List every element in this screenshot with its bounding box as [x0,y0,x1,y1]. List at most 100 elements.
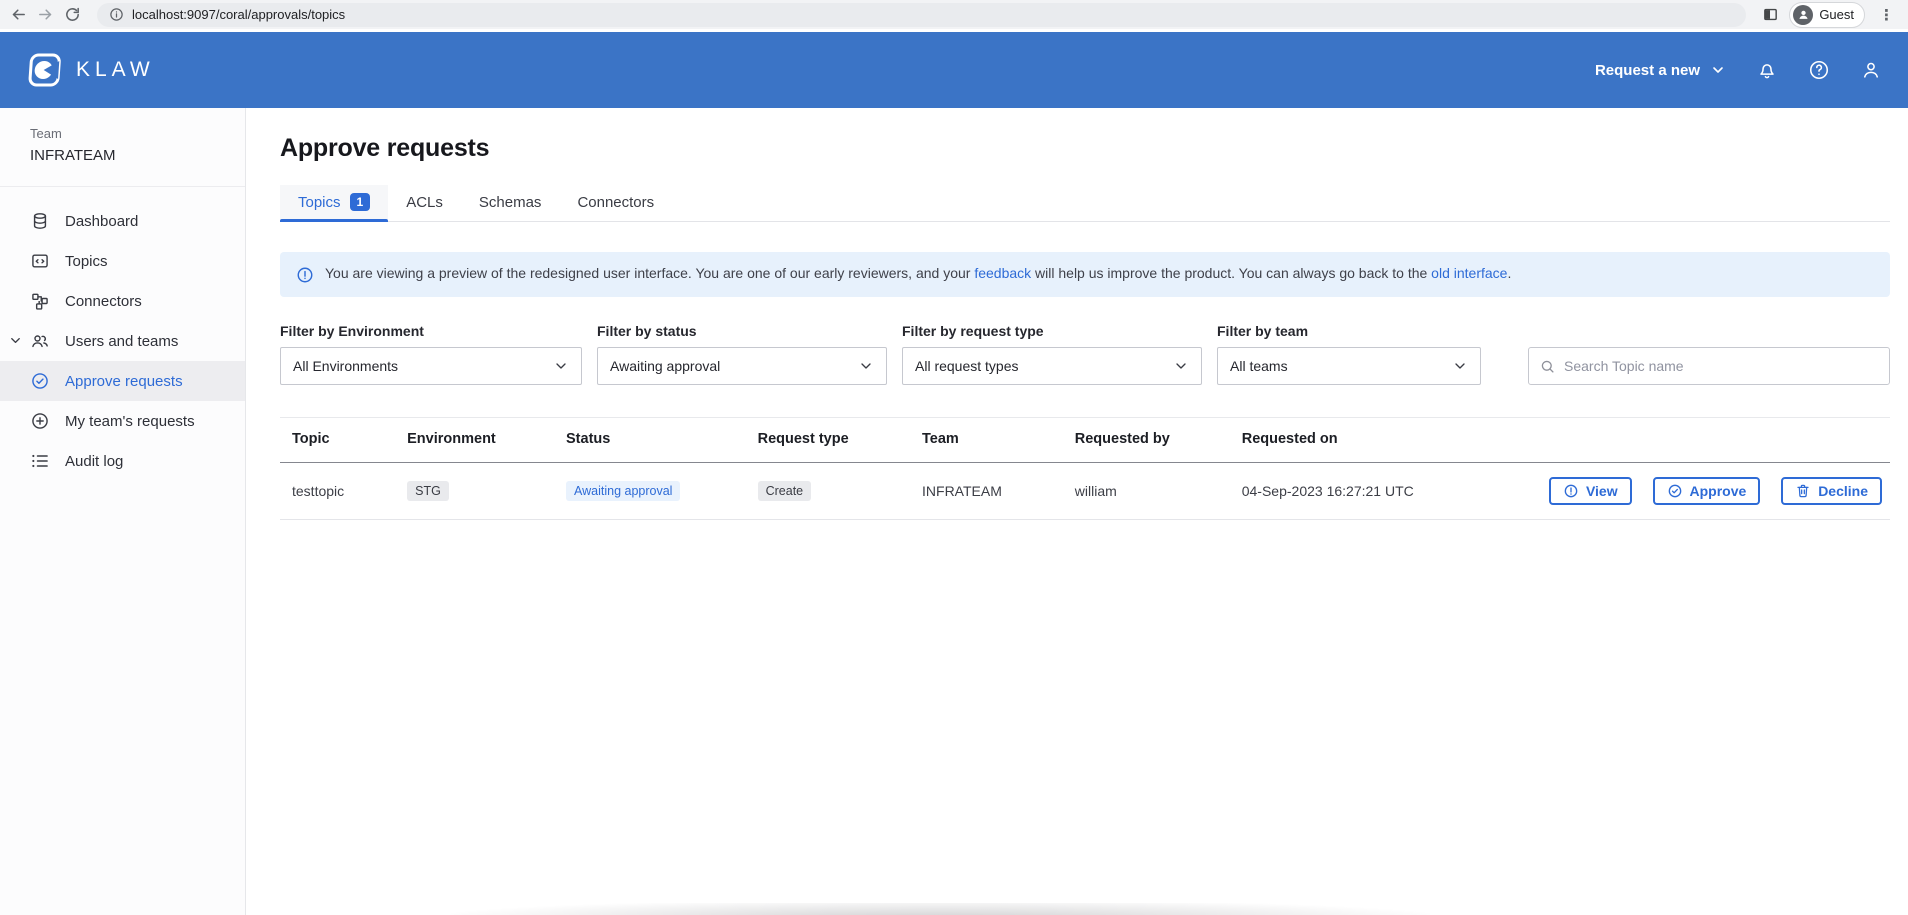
column-header-request-type: Request type [750,418,914,463]
filter-toolbar: Filter by Environment All Environments F… [280,323,1890,385]
chevron-down-icon [1452,358,1468,374]
klaw-logo-icon [26,51,62,89]
chevron-down-icon [553,358,569,374]
request-a-new-button[interactable]: Request a new [1595,62,1726,79]
old-interface-link[interactable]: old interface [1431,265,1507,281]
view-button[interactable]: View [1549,477,1632,505]
browser-toolbar: localhost:9097/coral/approvals/topics Gu… [0,0,1908,32]
tab-label: Connectors [577,194,654,211]
sidebar-item-audit-log[interactable]: Audit log [0,441,245,481]
cell-requested-by: william [1067,463,1234,520]
filter-environment: Filter by Environment All Environments [280,323,582,385]
banner-text-part: will help us improve the product. You ca… [1031,265,1431,281]
tab-schemas[interactable]: Schemas [461,185,560,221]
sidebar-item-label: Users and teams [65,333,178,350]
view-button-label: View [1586,483,1618,499]
team-select[interactable]: All teams [1217,347,1481,385]
sidebar-item-my-teams-requests[interactable]: My team's requests [0,401,245,441]
column-header-actions [1524,418,1890,463]
team-label: Team [30,126,215,141]
filter-environment-label: Filter by Environment [280,323,582,339]
search-input[interactable] [1564,358,1879,374]
page-info-icon[interactable] [109,7,124,22]
tab-label: Topics [298,194,341,211]
request-type-select[interactable]: All request types [902,347,1202,385]
column-header-status: Status [558,418,750,463]
tab-label: Schemas [479,194,542,211]
approve-requests-icon [30,371,50,391]
browser-forward-icon[interactable] [37,6,54,23]
sidebar-item-topics[interactable]: Topics [0,241,245,281]
sidebar-item-approve-requests[interactable]: Approve requests [0,361,245,401]
cell-requested-on: 04-Sep-2023 16:27:21 UTC [1234,463,1524,520]
sidebar-item-dashboard[interactable]: Dashboard [0,201,245,241]
filter-team: Filter by team All teams [1217,323,1481,385]
filter-request-type-label: Filter by request type [902,323,1202,339]
trash-icon [1795,483,1811,499]
audit-log-icon [30,451,50,471]
topics-icon [30,251,50,271]
browser-reload-icon[interactable] [64,6,81,23]
preview-info-banner: You are viewing a preview of the redesig… [280,252,1890,297]
sidebar-item-label: Topics [65,253,108,270]
connectors-icon [30,291,50,311]
cell-team: INFRATEAM [914,463,1067,520]
help-icon[interactable] [1808,59,1830,81]
environment-badge: STG [407,481,449,501]
sidebar-divider [0,186,245,187]
page-title: Approve requests [280,134,1890,163]
side-panel-icon[interactable] [1762,6,1779,23]
approve-button-label: Approve [1690,483,1747,499]
chevron-down-icon [1173,358,1189,374]
sidebar-item-connectors[interactable]: Connectors [0,281,245,321]
user-profile-icon[interactable] [1860,59,1882,81]
approve-button[interactable]: Approve [1653,477,1761,505]
column-header-requested-on: Requested on [1234,418,1524,463]
chevron-down-icon[interactable] [8,333,23,348]
brand[interactable]: KLAW [26,51,155,89]
users-and-teams-icon [30,331,50,351]
table-header-row: Topic Environment Status Request type Te… [280,418,1890,463]
feedback-link[interactable]: feedback [974,265,1031,281]
tab-count-badge: 1 [350,193,371,211]
avatar-icon [1793,5,1813,25]
topic-search [1528,347,1890,385]
approval-requests-table: Topic Environment Status Request type Te… [280,417,1890,520]
brand-name: KLAW [76,58,155,82]
sidebar-item-users-and-teams[interactable]: Users and teams [0,321,245,361]
info-icon [296,266,314,284]
browser-back-icon[interactable] [10,6,27,23]
notifications-bell-icon[interactable] [1756,59,1778,81]
app-header: KLAW Request a new [0,32,1908,108]
decline-button[interactable]: Decline [1781,477,1882,505]
decline-button-label: Decline [1818,483,1868,499]
exclamation-circle-icon [1563,483,1579,499]
sidebar-item-label: Audit log [65,453,123,470]
column-header-requested-by: Requested by [1067,418,1234,463]
tab-acls[interactable]: ACLs [388,185,461,221]
tab-connectors[interactable]: Connectors [559,185,672,221]
browser-profile[interactable]: Guest [1789,2,1865,28]
tab-label: ACLs [406,194,443,211]
dashboard-icon [30,211,50,231]
filter-team-label: Filter by team [1217,323,1481,339]
sidebar: Team INFRATEAM Dashboard Topics [0,108,246,915]
browser-menu-icon[interactable]: ⋮ [1875,6,1898,24]
status-select-value: Awaiting approval [610,358,720,374]
cell-topic: testtopic [280,463,399,520]
team-select-value: All teams [1230,358,1288,374]
url-bar[interactable]: localhost:9097/coral/approvals/topics [97,3,1746,27]
environment-select-value: All Environments [293,358,398,374]
environment-select[interactable]: All Environments [280,347,582,385]
column-header-environment: Environment [399,418,558,463]
table-row: testtopic STG Awaiting approval Create I… [280,463,1890,520]
tab-topics[interactable]: Topics 1 [280,185,388,221]
request-type-tabs: Topics 1 ACLs Schemas Connectors [280,185,1890,222]
status-badge: Awaiting approval [566,481,680,501]
request-type-select-value: All request types [915,358,1019,374]
sidebar-item-label: My team's requests [65,413,195,430]
sidebar-nav: Dashboard Topics Connectors [0,201,245,481]
status-select[interactable]: Awaiting approval [597,347,887,385]
search-icon [1539,358,1556,375]
banner-text-part: . [1507,265,1511,281]
